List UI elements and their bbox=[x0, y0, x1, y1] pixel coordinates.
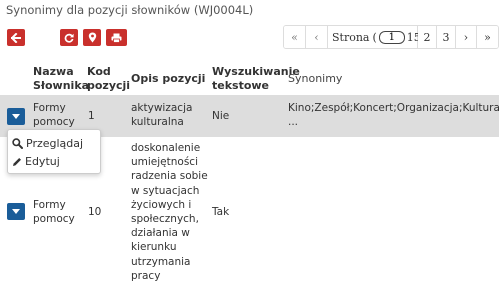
map-marker-icon bbox=[88, 32, 96, 43]
cell-line: pracy bbox=[131, 269, 161, 282]
row-actions-button[interactable] bbox=[7, 108, 25, 125]
cell-opis: aktywizacja kulturalna bbox=[131, 101, 192, 129]
page-label: Strona bbox=[332, 30, 370, 44]
cell-kod: 1 bbox=[88, 110, 95, 122]
location-button[interactable] bbox=[83, 29, 101, 46]
print-button[interactable] bbox=[106, 29, 127, 46]
page-2-button[interactable]: 2 bbox=[418, 26, 437, 48]
cell-line: aktywizacja bbox=[131, 102, 193, 114]
search-icon bbox=[12, 138, 23, 149]
refresh-button[interactable] bbox=[60, 29, 78, 46]
cell-line: kulturalna bbox=[131, 116, 184, 129]
header-opis-pozycji[interactable]: Opis pozycji bbox=[131, 72, 205, 86]
next-page-button[interactable]: › bbox=[456, 26, 477, 48]
cell-opis: doskonalenie umiejętności radzenia sobie… bbox=[131, 141, 208, 283]
header-line: tekstowe bbox=[212, 79, 270, 92]
print-icon bbox=[111, 33, 122, 43]
cell-kod: 10 bbox=[88, 206, 102, 218]
cell-wyszukiwanie: Tak bbox=[212, 206, 230, 218]
cell-line: życiowych i bbox=[131, 198, 192, 211]
cell-line: Kino;Zespół;Koncert;Organizacja;Kultura;… bbox=[288, 102, 499, 114]
cell-slownik: Formy pomocy bbox=[33, 198, 75, 226]
page-title: Synonimy dla pozycji słowników (WJ0004L) bbox=[6, 3, 254, 17]
pagination: « ‹ Strona ( 15) 2 3 › » bbox=[283, 25, 499, 49]
cell-line: społecznych, bbox=[131, 213, 199, 226]
cell-line: kierunku bbox=[131, 241, 177, 254]
page-indicator: Strona ( 15) bbox=[328, 26, 425, 48]
menu-item-browse[interactable]: Przeglądaj bbox=[12, 137, 83, 150]
pencil-icon bbox=[13, 157, 21, 166]
refresh-icon bbox=[64, 33, 74, 43]
prev-page-button[interactable]: ‹ bbox=[306, 26, 328, 48]
menu-item-label: Edytuj bbox=[25, 155, 60, 168]
back-button[interactable] bbox=[7, 29, 25, 46]
arrow-left-icon bbox=[11, 32, 21, 43]
cell-line: utrzymania bbox=[131, 255, 191, 268]
cell-line: w sytuacjach bbox=[131, 184, 200, 197]
cell-slownik: Formy pomocy bbox=[33, 101, 75, 129]
cell-wyszukiwanie: Nie bbox=[212, 110, 230, 122]
cell-line: pomocy bbox=[33, 116, 75, 129]
header-line: Kod bbox=[87, 65, 111, 78]
menu-item-label: Przeglądaj bbox=[26, 137, 84, 150]
cell-line: pomocy bbox=[33, 213, 75, 226]
cell-line: doskonalenie bbox=[131, 142, 201, 154]
last-page-button[interactable]: » bbox=[477, 26, 498, 48]
cell-line: działania w bbox=[131, 227, 190, 240]
cell-line: Formy bbox=[33, 102, 66, 114]
cell-line: ... bbox=[288, 116, 299, 129]
header-nazwa-slownika[interactable]: Nazwa Słownika bbox=[33, 65, 89, 93]
row-actions-button[interactable] bbox=[7, 203, 25, 220]
header-wyszukiwanie[interactable]: Wyszukiwanie tekstowe bbox=[212, 65, 300, 93]
row-actions-menu: Przeglądaj Edytuj bbox=[7, 129, 101, 174]
header-synonimy[interactable]: Synonimy bbox=[288, 72, 342, 86]
first-page-button[interactable]: « bbox=[284, 26, 306, 48]
header-line: Słownika bbox=[33, 79, 90, 92]
cell-synonimy: Kino;Zespół;Koncert;Organizacja;Kultura;… bbox=[288, 101, 499, 129]
header-line: pozycji bbox=[87, 79, 131, 92]
header-kod-pozycji[interactable]: Kod pozycji bbox=[87, 65, 130, 93]
cell-line: Formy bbox=[33, 199, 66, 211]
page-3-button[interactable]: 3 bbox=[437, 26, 456, 48]
caret-down-icon bbox=[12, 114, 20, 119]
header-line: Nazwa bbox=[33, 65, 74, 78]
caret-down-icon bbox=[12, 209, 20, 214]
menu-item-edit[interactable]: Edytuj bbox=[12, 155, 60, 168]
header-line: Wyszukiwanie bbox=[212, 65, 300, 78]
page-paren: ( bbox=[372, 30, 377, 44]
page-number-input[interactable] bbox=[378, 30, 405, 44]
cell-line: umiejętności bbox=[131, 156, 198, 169]
cell-line: radzenia sobie bbox=[131, 170, 208, 183]
